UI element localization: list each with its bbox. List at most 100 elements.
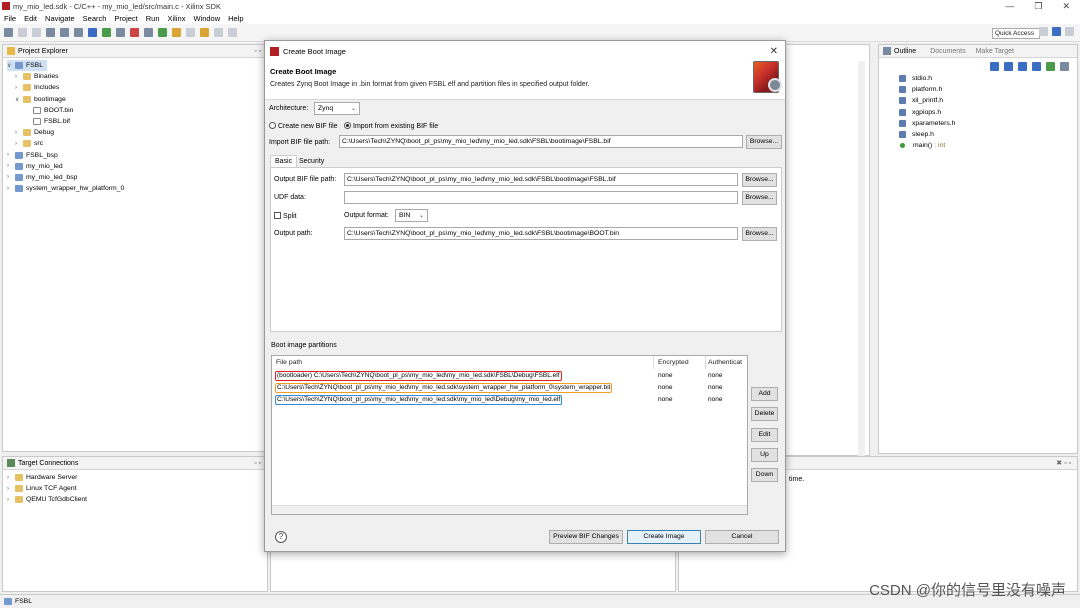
menu-edit[interactable]: Edit — [24, 14, 37, 23]
tree-item-boot-bin[interactable]: BOOT.bin — [7, 105, 267, 116]
table-row[interactable]: C:\Users\Tech\ZYNQ\boot_pl_ps\my_mio_led… — [272, 395, 747, 406]
udf-input[interactable] — [344, 191, 738, 204]
terminal-icon[interactable] — [88, 28, 97, 37]
table-row[interactable]: C:\Users\Tech\ZYNQ\boot_pl_ps\my_mio_led… — [272, 383, 747, 394]
save-icon[interactable] — [18, 28, 27, 37]
tree-item-my-mio-led-bsp[interactable]: › my_mio_led_bsp — [7, 172, 267, 183]
new-icon[interactable] — [4, 28, 13, 37]
tree-item-debug[interactable]: › Debug — [7, 127, 267, 138]
menu-search[interactable]: Search — [83, 14, 107, 23]
quick-access-input[interactable]: Quick Access — [992, 28, 1040, 39]
menu-window[interactable]: Window — [193, 14, 220, 23]
pen-icon[interactable] — [200, 28, 209, 37]
run-icon[interactable] — [158, 28, 167, 37]
search-icon[interactable] — [186, 28, 195, 37]
tree-item-fsbl[interactable]: ∨ FSBL — [7, 60, 47, 72]
close-icon[interactable]: ✕ — [1062, 1, 1070, 12]
outline-item[interactable]: platform.h — [899, 84, 955, 95]
down-button[interactable]: Down — [751, 468, 778, 482]
help-icon[interactable]: ? — [275, 531, 287, 543]
tree-item-my-mio-led[interactable]: › my_mio_led — [7, 161, 267, 172]
split-checkbox[interactable]: Split — [274, 212, 297, 220]
outline-item-main[interactable]: main(): int — [899, 140, 955, 151]
editor-scrollbar[interactable] — [858, 61, 865, 456]
menu-xilinx[interactable]: Xilinx — [168, 14, 186, 23]
debug-icon[interactable] — [144, 28, 153, 37]
outline-item[interactable]: xgpiops.h — [899, 107, 955, 118]
group-icon[interactable] — [1046, 62, 1055, 71]
stop-icon[interactable] — [130, 28, 139, 37]
hide-nonpublic-icon[interactable] — [1032, 62, 1041, 71]
import-bif-input[interactable]: C:\Users\Tech\ZYNQ\boot_pl_ps\my_mio_led… — [339, 135, 743, 148]
tree-item-hardware-server[interactable]: › Hardware Server — [7, 472, 267, 483]
col-encrypted[interactable]: Encrypted — [656, 356, 706, 369]
delete-button[interactable]: Delete — [751, 407, 778, 421]
architecture-select[interactable]: Zynq ⌄ — [314, 102, 360, 115]
output-path-browse-button[interactable]: Browse... — [742, 227, 777, 241]
tree-item-qemu[interactable]: › QEMU TcfGdbClient — [7, 494, 267, 505]
debug-perspective-icon[interactable] — [1065, 27, 1074, 36]
partitions-horizontal-scrollbar[interactable] — [272, 505, 747, 514]
panel-menu-icon[interactable]: ▫ ▫ — [254, 460, 261, 467]
tab-security[interactable]: Security — [295, 156, 328, 167]
tree-item-hw-platform[interactable]: › system_wrapper_hw_platform_0 — [7, 183, 267, 194]
edit-button[interactable]: Edit — [751, 428, 778, 442]
tree-item-fsbl-bsp[interactable]: › FSBL_bsp — [7, 150, 267, 161]
cancel-button[interactable]: Cancel — [705, 530, 779, 544]
link-editor-icon[interactable] — [1060, 62, 1069, 71]
outline-item[interactable]: stdio.h — [899, 73, 955, 84]
minimize-icon[interactable]: — — [1005, 1, 1014, 12]
menu-help[interactable]: Help — [228, 14, 243, 23]
output-bif-browse-button[interactable]: Browse... — [742, 173, 777, 187]
output-format-select[interactable]: BIN ⌄ — [395, 209, 428, 222]
forward-icon[interactable] — [228, 28, 237, 37]
outline-item[interactable]: sleep.h — [899, 129, 955, 140]
maximize-icon[interactable]: ❐ — [1034, 1, 1042, 12]
menu-project[interactable]: Project — [114, 14, 137, 23]
menu-run[interactable]: Run — [146, 14, 160, 23]
program-fpga-icon[interactable] — [74, 28, 83, 37]
chip-icon[interactable] — [116, 28, 125, 37]
tree-item-src[interactable]: › src — [7, 138, 267, 149]
preview-bif-button[interactable]: Preview BIF Changes — [549, 530, 623, 544]
save-all-icon[interactable] — [32, 28, 41, 37]
tree-item-linux-tcf-agent[interactable]: › Linux TCF Agent — [7, 483, 267, 494]
udf-browse-button[interactable]: Browse... — [742, 191, 777, 205]
tree-item-bootimage[interactable]: ∨ bootimage — [7, 94, 267, 105]
outline-item[interactable]: xil_printf.h — [899, 95, 955, 106]
radio-import-existing[interactable]: Import from existing BIF file — [344, 122, 438, 130]
tree-item-includes[interactable]: › Includes — [7, 82, 267, 93]
sort-icon[interactable] — [990, 62, 999, 71]
col-file-path[interactable]: File path — [274, 356, 654, 369]
add-button[interactable]: Add — [751, 387, 778, 401]
hide-static-icon[interactable] — [1018, 62, 1027, 71]
outline-item[interactable]: xparameters.h — [899, 118, 955, 129]
menu-file[interactable]: File — [4, 14, 16, 23]
hide-fields-icon[interactable] — [1004, 62, 1013, 71]
tab-documents[interactable]: Documents — [930, 48, 965, 55]
table-row[interactable]: (bootloader) C:\Users\Tech\ZYNQ\boot_pl_… — [272, 371, 747, 382]
output-path-input[interactable]: C:\Users\Tech\ZYNQ\boot_pl_ps\my_mio_led… — [344, 227, 738, 240]
dialog-close-icon[interactable]: ✕ — [770, 46, 778, 57]
open-perspective-icon[interactable] — [1039, 27, 1048, 36]
console-menu-icon[interactable]: ✖ ▫ ▫ — [1056, 459, 1071, 467]
tab-outline[interactable]: Outline — [894, 48, 916, 55]
hammer-icon[interactable] — [60, 28, 69, 37]
tree-item-fsbl-bif[interactable]: FSBL.bif — [7, 116, 267, 127]
panel-menu-icon[interactable]: ▫ ▫ — [254, 48, 261, 55]
xsct-icon[interactable] — [102, 28, 111, 37]
radio-create-new[interactable]: Create new BIF file — [269, 122, 338, 130]
menu-navigate[interactable]: Navigate — [45, 14, 75, 23]
cpp-perspective-icon[interactable] — [1052, 27, 1061, 36]
create-image-button[interactable]: Create Image — [627, 530, 701, 544]
import-browse-button[interactable]: Browse... — [746, 135, 782, 149]
tree-item-binaries[interactable]: › Binaries — [7, 71, 267, 82]
target-connections-title[interactable]: Target Connections — [18, 460, 78, 467]
build-icon[interactable] — [46, 28, 55, 37]
col-authentication[interactable]: Authenticat — [706, 356, 748, 369]
up-button[interactable]: Up — [751, 448, 778, 462]
tab-make-target[interactable]: Make Target — [976, 48, 1014, 55]
project-explorer-title[interactable]: Project Explorer — [18, 48, 68, 55]
back-icon[interactable] — [214, 28, 223, 37]
external-tools-icon[interactable] — [172, 28, 181, 37]
